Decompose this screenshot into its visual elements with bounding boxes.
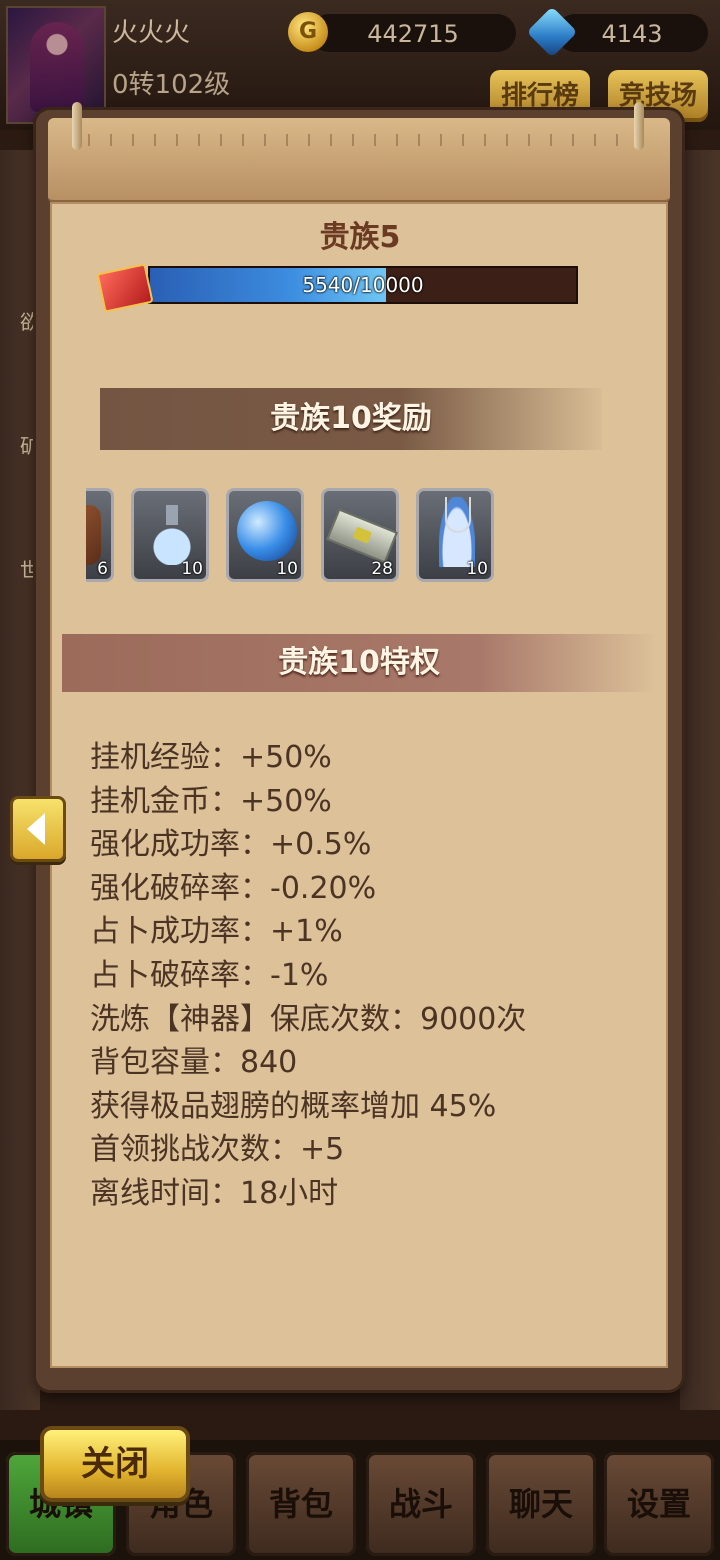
- nav-bag[interactable]: 背包: [246, 1452, 356, 1556]
- privilege-line: 占卜破碎率：-1%: [90, 957, 329, 993]
- gold-value: 442715: [367, 20, 459, 48]
- avatar-portrait: [30, 22, 84, 112]
- privilege-line: 洗炼【神器】保底次数：9000次: [90, 1001, 527, 1037]
- privilege-line: 强化破碎率：-0.20%: [90, 870, 377, 906]
- background-right-column: [680, 150, 720, 1410]
- close-button[interactable]: 关闭: [40, 1426, 190, 1502]
- prev-page-button[interactable]: [10, 796, 66, 862]
- item-count: 10: [466, 559, 488, 579]
- privilege-line: 背包容量：840: [90, 1045, 298, 1081]
- reward-item[interactable]: 6: [86, 488, 114, 582]
- item-count: 6: [97, 559, 108, 579]
- player-avatar[interactable]: [6, 6, 106, 124]
- reward-item[interactable]: 10: [226, 488, 304, 582]
- armor-icon: [86, 505, 101, 565]
- nav-settings[interactable]: 设置: [604, 1452, 714, 1556]
- dialog-header: [48, 118, 670, 203]
- nav-chat[interactable]: 聊天: [486, 1452, 596, 1556]
- header-ornament: [78, 134, 640, 146]
- privilege-line: 强化成功率：+0.5%: [90, 827, 372, 863]
- reward-item[interactable]: 28: [321, 488, 399, 582]
- rewards-list: 6 10 10 28 10: [86, 488, 506, 584]
- vip-progress-bar: 5540/10000: [148, 266, 578, 304]
- privileges-list: 挂机经验：+50% 挂机金币：+50% 强化成功率：+0.5% 强化破碎率：-0…: [90, 736, 650, 1216]
- privilege-line: 占卜成功率：+1%: [90, 914, 343, 950]
- privilege-line: 获得极品翅膀的概率增加 45%: [90, 1088, 497, 1124]
- item-count: 10: [276, 559, 298, 579]
- nav-battle[interactable]: 战斗: [366, 1452, 476, 1556]
- necklace-icon: [439, 497, 475, 567]
- reward-item[interactable]: 10: [416, 488, 494, 582]
- player-level: 0转102级: [112, 70, 231, 100]
- rope-right: [634, 102, 644, 150]
- item-count: 28: [371, 559, 393, 579]
- reward-item[interactable]: 10: [131, 488, 209, 582]
- chevron-left-icon: [27, 813, 45, 845]
- gold-counter: 442715: [310, 14, 516, 52]
- gem-counter: 4143: [556, 14, 708, 52]
- privilege-line: 挂机金币：+50%: [90, 783, 332, 819]
- gem-value: 4143: [601, 20, 663, 48]
- ticket-icon: [325, 508, 399, 564]
- privilege-line: 挂机经验：+50%: [90, 740, 332, 775]
- current-vip-level: 贵族5: [319, 220, 401, 255]
- orb-icon: [237, 501, 297, 561]
- privilege-line: 首领挑战次数：+5: [90, 1132, 345, 1168]
- potion-icon: [152, 505, 192, 565]
- rewards-title: 贵族10奖励: [100, 388, 602, 450]
- vip-progress-text: 5540/10000: [302, 273, 424, 297]
- privilege-line: 离线时间：18小时: [90, 1175, 339, 1211]
- item-count: 10: [181, 559, 203, 579]
- rope-left: [72, 102, 82, 150]
- gold-coin-icon: G: [288, 12, 328, 52]
- privileges-title: 贵族10特权: [62, 634, 656, 692]
- background-left-column: 欲 矿 世: [0, 150, 40, 1410]
- player-name: 火火火: [112, 18, 191, 48]
